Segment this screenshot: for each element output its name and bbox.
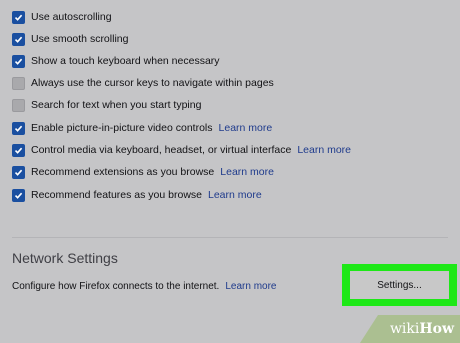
network-settings-button[interactable]: Settings... — [350, 271, 449, 299]
learn-more-link[interactable]: Learn more — [219, 122, 273, 134]
firefox-settings-page: Use autoscrolling Use smooth scrolling S… — [0, 0, 460, 343]
option-label: Recommend extensions as you browse — [31, 166, 215, 178]
checkbox[interactable] — [12, 32, 25, 46]
option-autoscrolling[interactable]: Use autoscrolling — [12, 9, 112, 25]
watermark-wiki: wiki — [389, 321, 420, 337]
checkmark-icon — [14, 36, 23, 43]
network-settings-heading: Network Settings — [12, 250, 118, 266]
learn-more-link[interactable]: Learn more — [225, 281, 276, 292]
option-label: Use smooth scrolling — [31, 33, 129, 45]
option-label: Use autoscrolling — [31, 11, 112, 23]
section-divider — [12, 237, 448, 238]
checkbox[interactable] — [12, 10, 25, 24]
checkmark-icon — [14, 147, 23, 154]
checkmark-icon — [14, 192, 23, 199]
checkbox[interactable] — [12, 188, 25, 202]
option-search-typing[interactable]: Search for text when you start typing — [12, 97, 201, 113]
checkmark-icon — [14, 169, 23, 176]
option-recommend-features[interactable]: Recommend features as you browse Learn m… — [12, 187, 262, 203]
checkbox[interactable] — [12, 76, 25, 90]
network-settings-description: Configure how Firefox connects to the in… — [12, 279, 276, 293]
learn-more-link[interactable]: Learn more — [220, 166, 274, 178]
watermark-how: How — [419, 321, 454, 337]
checkmark-icon — [14, 125, 23, 132]
checkbox[interactable] — [12, 143, 25, 157]
checkbox[interactable] — [12, 54, 25, 68]
checkmark-icon — [14, 58, 23, 65]
option-label: Enable picture-in-picture video controls — [31, 122, 213, 134]
option-smooth-scrolling[interactable]: Use smooth scrolling — [12, 31, 128, 47]
checkmark-icon — [14, 14, 23, 21]
option-recommend-extensions[interactable]: Recommend extensions as you browse Learn… — [12, 164, 274, 180]
option-label: Recommend features as you browse — [31, 189, 202, 201]
option-touch-keyboard[interactable]: Show a touch keyboard when necessary — [12, 53, 220, 69]
option-cursor-keys[interactable]: Always use the cursor keys to navigate w… — [12, 75, 274, 91]
option-picture-in-picture[interactable]: Enable picture-in-picture video controls… — [12, 120, 272, 136]
checkbox[interactable] — [12, 98, 25, 112]
option-label: Control media via keyboard, headset, or … — [31, 144, 292, 156]
network-description-text: Configure how Firefox connects to the in… — [12, 280, 220, 292]
learn-more-link[interactable]: Learn more — [297, 144, 351, 156]
option-control-media[interactable]: Control media via keyboard, headset, or … — [12, 142, 351, 158]
option-label: Always use the cursor keys to navigate w… — [31, 77, 274, 89]
wikihow-watermark: wiki How — [360, 315, 460, 343]
learn-more-link[interactable]: Learn more — [208, 189, 262, 201]
checkbox[interactable] — [12, 121, 25, 135]
option-label: Search for text when you start typing — [31, 99, 202, 111]
option-label: Show a touch keyboard when necessary — [31, 55, 220, 67]
checkbox[interactable] — [12, 165, 25, 179]
